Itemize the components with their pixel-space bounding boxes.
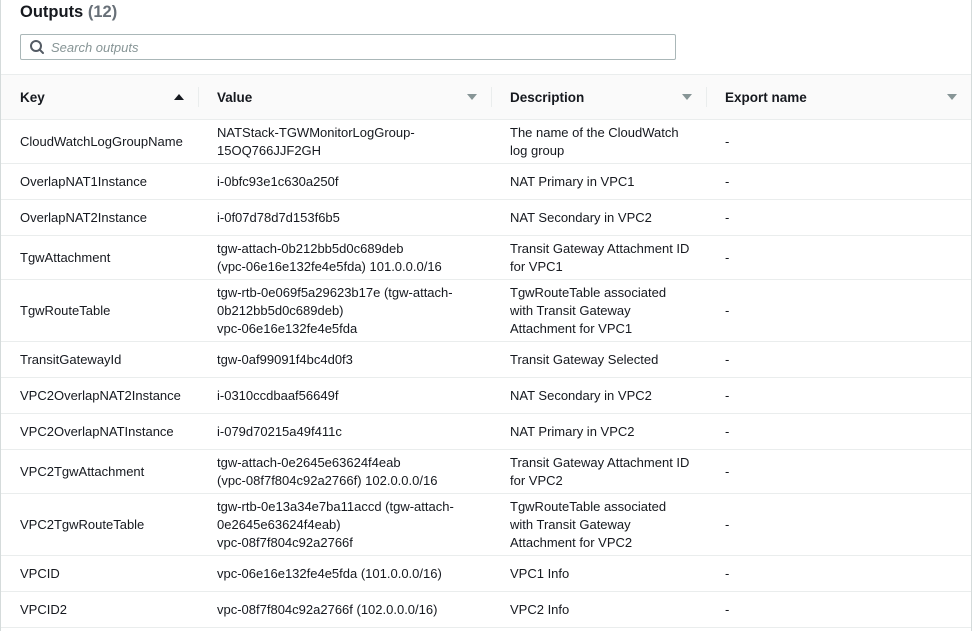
caret-up-icon[interactable] — [172, 90, 186, 104]
cell-value: i-0bfc93e1c630a250f — [198, 163, 491, 200]
cell-export-name: - — [706, 235, 971, 280]
cell-key: OverlapNAT1Instance — [1, 163, 198, 200]
cell-value: NATStack-TGWMonitorLogGroup- 15OQ766JJF2… — [198, 119, 491, 164]
cell-description: NAT Primary in VPC2 — [491, 413, 706, 450]
cell-value: tgw-attach-0b212bb5d0c689deb (vpc-06e16e… — [198, 235, 491, 280]
title-text: Outputs — [20, 3, 84, 21]
column-header-key[interactable]: Key — [1, 74, 198, 120]
table-row: CloudWatchLogGroupName NATStack-TGWMonit… — [1, 119, 971, 164]
column-header-value[interactable]: Value — [198, 74, 491, 120]
table-row: VPC2OverlapNATInstance i-079d70215a49f41… — [1, 413, 971, 450]
table-row: VPC2TgwAttachment tgw-attach-0e2645e6362… — [1, 449, 971, 494]
table-header-row: Key Value Description Export name — [1, 74, 971, 120]
cell-key: TransitGatewayId — [1, 341, 198, 378]
cell-key: OverlapNAT2Instance — [1, 199, 198, 236]
column-header-export-name[interactable]: Export name — [706, 74, 971, 120]
cell-key: CloudWatchLogGroupName — [1, 119, 198, 164]
cell-export-name: - — [706, 341, 971, 378]
table-row: OverlapNAT2Instance i-0f07d78d7d153f6b5 … — [1, 199, 971, 236]
cell-description: NAT Secondary in VPC2 — [491, 199, 706, 236]
cell-value: tgw-rtb-0e069f5a29623b17e (tgw-attach- 0… — [198, 279, 491, 342]
table-row: OverlapNAT1Instance i-0bfc93e1c630a250f … — [1, 163, 971, 200]
cell-description: The name of the CloudWatch log group — [491, 119, 706, 164]
cell-key: VPCID2 — [1, 591, 198, 628]
outputs-panel: Outputs (12) Key — [0, 0, 972, 631]
table-row: VPC2TgwRouteTable tgw-rtb-0e13a34e7ba11a… — [1, 493, 971, 556]
outputs-header: Outputs (12) — [1, 0, 971, 74]
cell-key: TgwAttachment — [1, 235, 198, 280]
table-row: TgwRouteTable tgw-rtb-0e069f5a29623b17e … — [1, 279, 971, 342]
table-row: TgwAttachment tgw-attach-0b212bb5d0c689d… — [1, 235, 971, 280]
cell-description: Transit Gateway Attachment ID for VPC2 — [491, 449, 706, 494]
search-input[interactable] — [51, 39, 661, 55]
table-row: VPCID vpc-06e16e132fe4e5fda (101.0.0.0/1… — [1, 555, 971, 592]
cell-key: VPC2TgwAttachment — [1, 449, 198, 494]
cell-key: TgwRouteTable — [1, 279, 198, 342]
cell-export-name: - — [706, 555, 971, 592]
search-icon — [21, 34, 51, 60]
table-row: VPCID2 vpc-08f7f804c92a2766f (102.0.0.0/… — [1, 591, 971, 628]
cell-export-name: - — [706, 119, 971, 164]
cell-value: vpc-06e16e132fe4e5fda (101.0.0.0/16) — [198, 555, 491, 592]
cell-value: i-079d70215a49f411c — [198, 413, 491, 450]
cell-value: vpc-08f7f804c92a2766f (102.0.0.0/16) — [198, 591, 491, 628]
table-row: VPC2OverlapNAT2Instance i-0310ccdbaaf566… — [1, 377, 971, 414]
cell-description: Transit Gateway Attachment ID for VPC1 — [491, 235, 706, 280]
column-header-description[interactable]: Description — [491, 74, 706, 120]
column-header-label: Value — [217, 89, 253, 105]
cell-export-name: - — [706, 377, 971, 414]
column-header-label: Export name — [725, 89, 807, 105]
cell-description: VPC1 Info — [491, 555, 706, 592]
cell-export-name: - — [706, 449, 971, 494]
caret-down-icon[interactable] — [465, 90, 479, 104]
cell-key: VPC2OverlapNATInstance — [1, 413, 198, 450]
cell-value: tgw-0af99091f4bc4d0f3 — [198, 341, 491, 378]
cell-export-name: - — [706, 199, 971, 236]
cell-export-name: - — [706, 163, 971, 200]
cell-value: tgw-rtb-0e13a34e7ba11accd (tgw-attach- 0… — [198, 493, 491, 556]
cell-description: TgwRouteTable associated with Transit Ga… — [491, 279, 706, 342]
cell-description: NAT Secondary in VPC2 — [491, 377, 706, 414]
outputs-table: Key Value Description Export name CloudW… — [1, 74, 971, 628]
table-row: TransitGatewayId tgw-0af99091f4bc4d0f3 T… — [1, 341, 971, 378]
cell-value: i-0310ccdbaaf56649f — [198, 377, 491, 414]
caret-down-icon[interactable] — [680, 90, 694, 104]
cell-export-name: - — [706, 493, 971, 556]
column-header-label: Key — [20, 89, 45, 105]
cell-description: NAT Primary in VPC1 — [491, 163, 706, 200]
cell-key: VPCID — [1, 555, 198, 592]
cell-key: VPC2OverlapNAT2Instance — [1, 377, 198, 414]
cell-key: VPC2TgwRouteTable — [1, 493, 198, 556]
cell-export-name: - — [706, 279, 971, 342]
cell-description: Transit Gateway Selected — [491, 341, 706, 378]
page-title: Outputs (12) — [20, 3, 117, 22]
cell-value: tgw-attach-0e2645e63624f4eab (vpc-08f7f8… — [198, 449, 491, 494]
cell-export-name: - — [706, 413, 971, 450]
outputs-count: (12) — [87, 3, 118, 21]
cell-value: i-0f07d78d7d153f6b5 — [198, 199, 491, 236]
search-box[interactable] — [20, 34, 676, 60]
caret-down-icon[interactable] — [945, 90, 959, 104]
cell-export-name: - — [706, 591, 971, 628]
cell-description: VPC2 Info — [491, 591, 706, 628]
cell-description: TgwRouteTable associated with Transit Ga… — [491, 493, 706, 556]
column-header-label: Description — [510, 89, 585, 105]
